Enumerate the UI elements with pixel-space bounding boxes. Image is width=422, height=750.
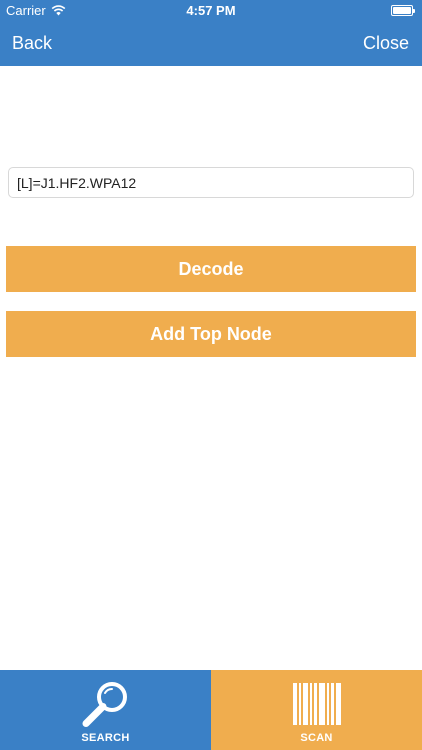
tab-scan[interactable]: SCAN [211,670,422,750]
status-time: 4:57 PM [186,3,236,18]
status-bar: Carrier 4:57 PM [0,0,422,22]
tab-search-label: SEARCH [81,732,130,744]
nav-bar: Back Close [0,22,422,66]
decode-button[interactable]: Decode [6,246,416,292]
tab-search[interactable]: SEARCH [0,670,211,750]
battery-icon [391,5,415,16]
barcode-icon [293,683,341,725]
back-button[interactable]: Back [12,33,52,54]
close-button[interactable]: Close [363,33,409,54]
add-top-node-button[interactable]: Add Top Node [6,311,416,357]
app-screen: Carrier 4:57 PM Back Close Decode Add To… [0,0,422,750]
code-input[interactable] [8,167,414,198]
tab-scan-label: SCAN [300,732,333,744]
search-icon [82,682,127,727]
tab-bar: SEARCH SCAN [0,670,422,750]
header: Carrier 4:57 PM Back Close [0,0,422,66]
